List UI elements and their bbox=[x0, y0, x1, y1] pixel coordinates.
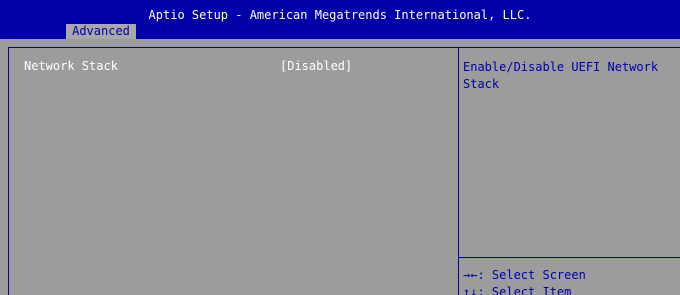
setting-label-network-stack[interactable]: Network Stack bbox=[24, 59, 118, 73]
app-title: Aptio Setup - American Megatrends Intern… bbox=[148, 8, 532, 22]
key-hint-label: : Select Screen bbox=[477, 268, 586, 282]
key-hint-select-item: ↑↓: Select Item bbox=[463, 285, 571, 295]
help-description: Enable/Disable UEFI Network Stack bbox=[463, 60, 659, 91]
header-bar: Aptio Setup - American Megatrends Intern… bbox=[0, 0, 680, 39]
arrow-up-down-icon: ↑↓ bbox=[463, 285, 478, 295]
arrow-left-right-icon: →← bbox=[463, 268, 478, 282]
key-hint-select-screen: →←: Select Screen bbox=[463, 268, 586, 282]
tab-advanced[interactable]: Advanced bbox=[66, 24, 136, 39]
help-key-separator bbox=[459, 257, 680, 258]
setting-value-network-stack[interactable]: [Disabled] bbox=[280, 59, 352, 73]
key-hint-label: : Select Item bbox=[477, 285, 572, 295]
bios-setup-screen: Aptio Setup - American Megatrends Intern… bbox=[0, 0, 680, 295]
